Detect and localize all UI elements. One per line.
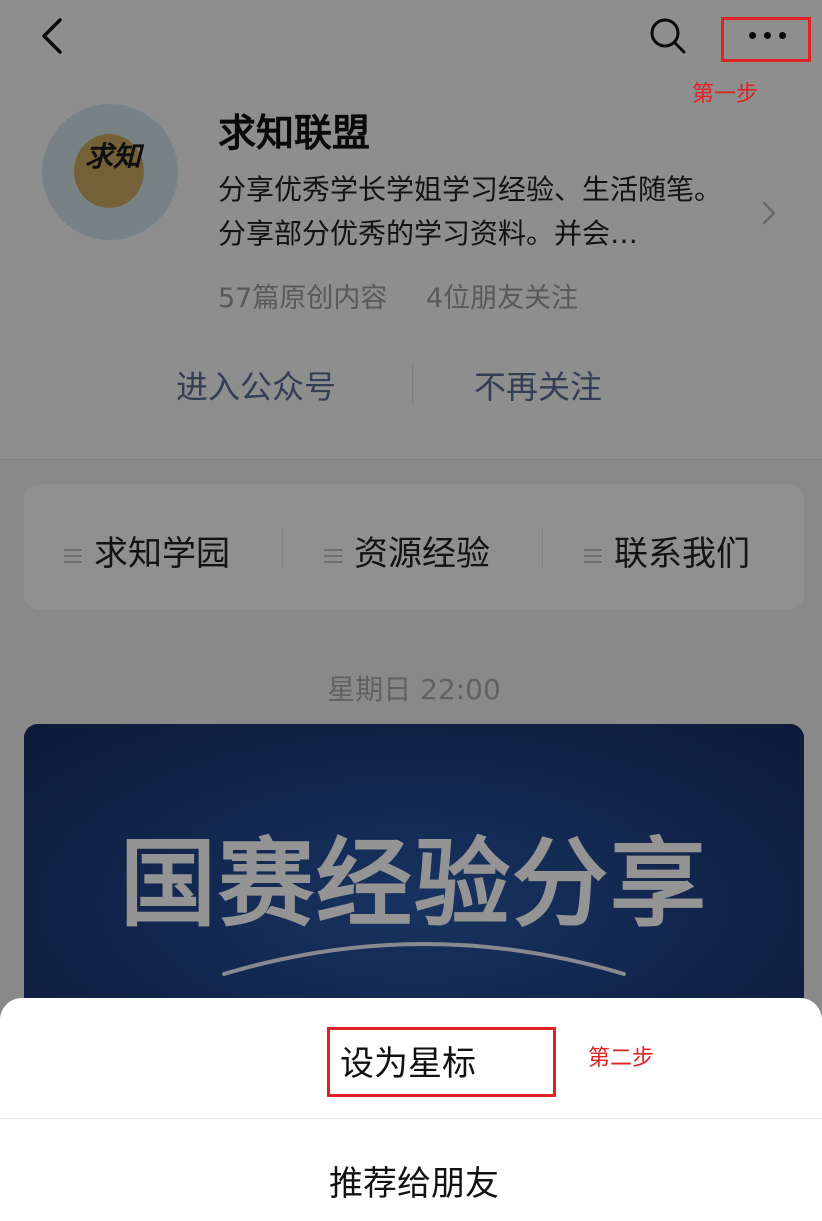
step1-highlight-box <box>721 17 811 62</box>
step2-highlight-box <box>327 1027 556 1097</box>
account-profile-page: 求知 求知联盟 分享优秀学长学姐学习经验、生活随笔。分享部分优秀的学习资料。并会… <box>0 0 822 1221</box>
step1-annotation: 第一步 <box>692 82 759 107</box>
recommend-to-friend-option[interactable]: 推荐给朋友 <box>0 1120 822 1221</box>
recommend-to-friend-label: 推荐给朋友 <box>329 1164 499 1204</box>
step2-annotation: 第二步 <box>588 1046 655 1071</box>
